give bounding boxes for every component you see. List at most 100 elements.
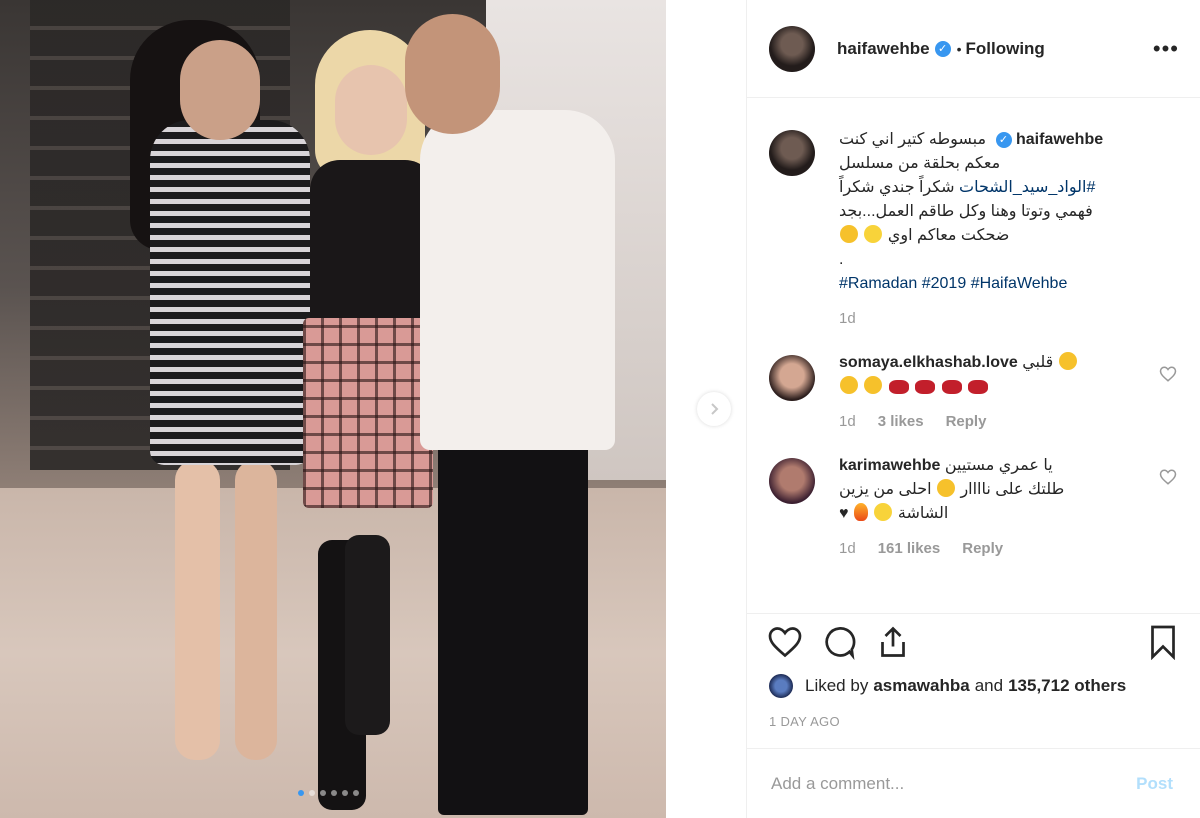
caption-age: 1d [839,310,856,327]
bookmark-icon[interactable] [1145,624,1181,660]
comment-text: somaya.elkhashab.love قلبي [839,351,1141,399]
carousel-dot [353,790,359,796]
caption-text: haifawehbe ✓ مبسوطه كتير اني كنت معكم بح… [839,128,1141,296]
comment-body: طلتك على ناااار [960,481,1065,498]
caption-line: فهمي وتوتا وهنا وكل طاقم العمل...بجد [839,203,1093,220]
caption-line: ضحكت معاكم اوي [887,227,1010,244]
verified-icon: ✓ [995,131,1012,148]
comment-username[interactable]: somaya.elkhashab.love [839,354,1018,371]
hashtag-link[interactable]: #الواد_سيد_الشحات [959,179,1095,196]
comment-username[interactable]: karimawehbe [839,457,940,474]
avatar[interactable] [769,674,793,698]
photo-person-1-leg [235,460,277,760]
post-side-panel: haifawehbe ✓ • Following ••• haifawehbe … [746,0,1200,818]
comment-item: somaya.elkhashab.love قلبي 1d 3 likes Re… [747,351,1200,430]
caption-dot: . [839,251,844,268]
next-photo-button[interactable] [697,392,731,426]
lips-emoji-icon [968,380,989,394]
photo-person-1-dress [150,120,310,465]
caption-username[interactable]: haifawehbe [1016,131,1103,148]
more-icon[interactable]: ••• [1153,36,1179,62]
reply-button[interactable]: Reply [946,413,987,430]
lips-emoji-icon [915,380,936,394]
comment-meta: 1d 161 likes Reply [839,540,1141,557]
hashtag-link[interactable]: #2019 [922,275,967,292]
carousel-dot [320,790,326,796]
share-icon[interactable] [875,624,911,660]
post-username[interactable]: haifawehbe [837,39,930,59]
photo-person-1-leg [175,460,220,760]
caption-line: شكراً جندي شكراً [839,179,960,196]
carousel-dot [331,790,337,796]
comment-body: قلبي [1022,354,1054,371]
smile-emoji-icon [874,503,893,521]
likes-count[interactable]: 135,712 others [1008,676,1126,696]
heart-char: ♥ [839,505,849,522]
comment-text: karimawehbe يا عمري مستيين طلتك على نااا… [839,454,1141,526]
caption-hashtags: #Ramadan #2019 #HaifaWehbe [839,272,1141,296]
liked-by-prefix: Liked by [805,676,869,695]
verified-icon: ✓ [934,40,951,57]
caption-line-with-tag: #الواد_سيد_الشحات شكراً جندي شكراً [839,176,1141,200]
add-comment-bar: Post [747,748,1200,818]
comment-age: 1d [839,413,856,430]
lips-emoji-icon [888,380,909,394]
post-photo[interactable] [0,0,666,818]
grinning-emoji-icon [864,225,883,243]
photo-person-2-face [335,65,407,155]
comment-body: احلى من يزين [839,481,932,498]
post-header: haifawehbe ✓ • Following ••• [747,0,1200,98]
liked-by: Liked by asmawahba and 135,712 others [769,674,1126,698]
avatar[interactable] [769,458,815,504]
comment-body: الشاشة [897,505,949,522]
comment-icon[interactable] [821,624,857,660]
post-comment-button[interactable]: Post [1130,773,1179,795]
kiss-emoji-icon [1058,352,1077,370]
carousel-dot [298,790,304,796]
caption-meta: 1d [839,310,1141,327]
photo-person-2-boot [345,535,390,735]
comment-age: 1d [839,540,856,557]
lips-emoji-icon [941,380,962,394]
avatar[interactable] [769,130,815,176]
photo-person-1-face [180,40,260,140]
kiss-emoji-icon [840,225,858,243]
separator: • [956,40,962,57]
comment-meta: 1d 3 likes Reply [839,413,1141,430]
heart-icon[interactable] [767,624,803,660]
header-user: haifawehbe ✓ • Following [837,39,1045,59]
carousel-dots [298,790,359,796]
avatar[interactable] [769,25,815,72]
caption-line: مبسوطه كتير اني كنت [839,131,987,148]
hashtag-link[interactable]: #HaifaWehbe [971,275,1068,292]
post-time[interactable]: 1 DAY AGO [769,714,840,729]
liked-by-middle: and [974,676,1004,695]
hashtag-link[interactable]: #Ramadan [839,275,917,292]
avatar[interactable] [769,355,815,401]
caption: haifawehbe ✓ مبسوطه كتير اني كنت معكم بح… [747,128,1200,327]
reply-button[interactable]: Reply [962,540,1003,557]
photo-person-2-skirt [303,318,433,508]
heart-icon[interactable] [1159,468,1177,486]
caption-line-with-emoji: ضحكت معاكم اوي [839,224,1141,248]
photo-person-3-pants [438,430,588,815]
comment-likes[interactable]: 3 likes [878,413,924,430]
fire-emoji-icon [853,503,868,521]
photo-person-2-top [310,160,435,330]
chevron-right-icon [711,403,719,415]
carousel-dot [309,790,315,796]
liked-by-user[interactable]: asmawahba [873,676,969,696]
comment-body: يا عمري مستيين [944,457,1053,474]
heart-eyes-emoji-icon [936,479,955,497]
carousel-dot [342,790,348,796]
photo-person-3-head [405,14,500,134]
caption-line: معكم بحلقة من مسلسل [839,155,1001,172]
comments-list: haifawehbe ✓ مبسوطه كتير اني كنت معكم بح… [747,100,1200,612]
action-row [767,624,1181,664]
comment-likes[interactable]: 161 likes [878,540,941,557]
kiss-emoji-icon [864,376,883,394]
post-actions: Liked by asmawahba and 135,712 others 1 … [747,613,1200,764]
following-button[interactable]: Following [966,39,1045,59]
heart-icon[interactable] [1159,365,1177,383]
comment-input[interactable] [769,772,1131,795]
